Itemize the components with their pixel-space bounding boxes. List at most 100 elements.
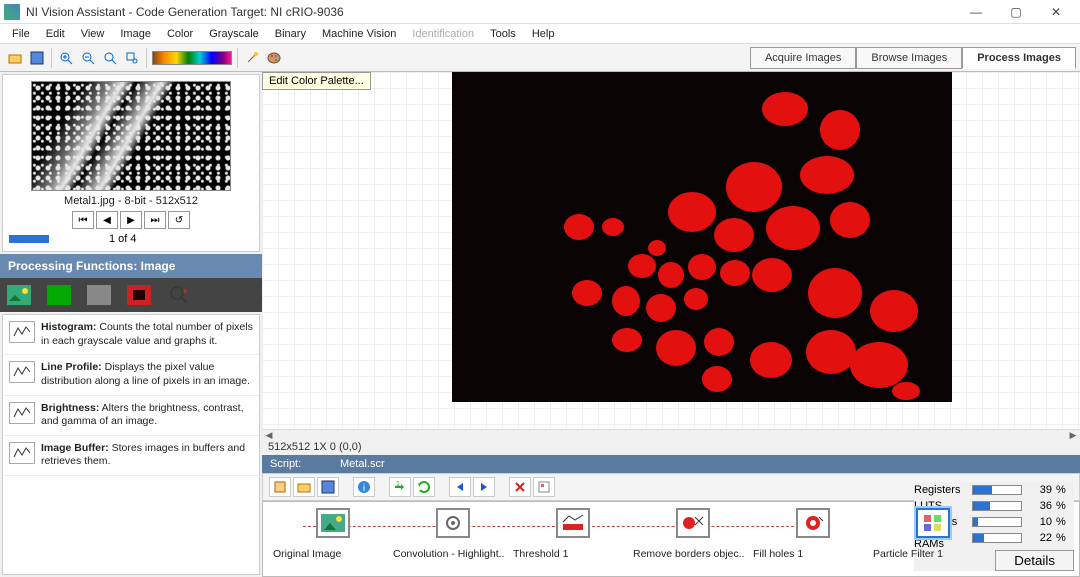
pipeline-step-label: Remove borders objec.. (633, 548, 753, 560)
function-item[interactable]: Brightness: Alters the brightness, contr… (3, 396, 259, 436)
thumbnail-image[interactable] (31, 81, 231, 191)
pipeline-step[interactable]: Threshold 1 (513, 508, 633, 560)
category-machine-vision-icon[interactable] (166, 284, 192, 306)
wand-icon[interactable] (242, 48, 262, 68)
menu-help[interactable]: Help (524, 26, 563, 42)
function-list[interactable]: Histogram: Counts the total number of pi… (2, 314, 260, 575)
menu-file[interactable]: File (4, 26, 38, 42)
pipeline-step[interactable]: Original Image (273, 508, 393, 560)
maximize-button[interactable]: ▢ (996, 0, 1036, 24)
function-icon (9, 402, 35, 424)
palette-icon[interactable] (264, 48, 284, 68)
category-binary-icon[interactable] (126, 284, 152, 306)
menu-bar: FileEditViewImageColorGrayscaleBinaryMac… (0, 24, 1080, 44)
details-button[interactable]: Details (995, 550, 1074, 571)
stat-value: 36 (1026, 500, 1052, 512)
image-icon (316, 508, 350, 538)
menu-binary[interactable]: Binary (267, 26, 314, 42)
menu-grayscale[interactable]: Grayscale (201, 26, 267, 42)
tab-browse[interactable]: Browse Images (856, 47, 962, 69)
pipeline-step[interactable]: Particle Filter 1 (873, 508, 993, 560)
function-description: Histogram: Counts the total number of pi… (41, 321, 253, 348)
script-edit-icon[interactable] (533, 477, 555, 497)
nav-first-button[interactable]: ⏮ (72, 211, 94, 229)
script-bar: Script: Metal.scr (262, 455, 1080, 473)
function-icon (9, 361, 35, 383)
stat-unit: % (1056, 484, 1066, 496)
menu-view[interactable]: View (73, 26, 113, 42)
zoom-region-icon[interactable] (122, 48, 142, 68)
category-color-icon[interactable] (46, 284, 72, 306)
particle-filter-icon (916, 508, 950, 538)
category-image-icon[interactable] (6, 284, 32, 306)
script-save-icon[interactable] (317, 477, 339, 497)
function-item[interactable]: Image Buffer: Stores images in buffers a… (3, 436, 259, 476)
stat-value: 39 (1026, 484, 1052, 496)
minimize-button[interactable]: — (956, 0, 996, 24)
nav-reload-button[interactable]: ↺ (168, 211, 190, 229)
script-name: Metal.scr (340, 458, 385, 470)
category-grayscale-icon[interactable] (86, 284, 112, 306)
script-info-icon[interactable]: i (353, 477, 375, 497)
save-icon[interactable] (27, 48, 47, 68)
stat-unit: % (1056, 516, 1066, 528)
script-label: Script: (270, 458, 340, 470)
zoom-out-icon[interactable] (78, 48, 98, 68)
script-run-step-icon[interactable]: 1 (389, 477, 411, 497)
script-run-loop-icon[interactable] (413, 477, 435, 497)
pipeline-step-label: Fill holes 1 (753, 548, 873, 560)
pipeline-step[interactable]: Fill holes 1 (753, 508, 873, 560)
function-item[interactable]: Line Profile: Displays the pixel value d… (3, 355, 259, 395)
stat-unit: % (1056, 532, 1066, 544)
pipeline-step-label: Particle Filter 1 (873, 548, 993, 560)
h-scrollbar[interactable]: ◀▶ (262, 429, 1080, 439)
pipeline-step-label: Threshold 1 (513, 548, 633, 560)
stat-unit: % (1056, 500, 1066, 512)
menu-color[interactable]: Color (159, 26, 201, 42)
script-new-icon[interactable] (269, 477, 291, 497)
svg-text:i: i (363, 483, 365, 494)
menu-edit[interactable]: Edit (38, 26, 73, 42)
menu-identification: Identification (404, 26, 482, 42)
open-icon[interactable] (5, 48, 25, 68)
right-panel: Edit Color Palette... (262, 72, 1080, 577)
script-next-icon[interactable] (473, 477, 495, 497)
function-description: Image Buffer: Stores images in buffers a… (41, 442, 253, 469)
zoom-in-icon[interactable] (56, 48, 76, 68)
script-open-icon[interactable] (293, 477, 315, 497)
stat-value: 10 (1026, 516, 1052, 528)
tab-process[interactable]: Process Images (962, 47, 1076, 69)
image-canvas[interactable] (262, 72, 1080, 429)
window-title: NI Vision Assistant - Code Generation Ta… (26, 5, 956, 19)
menu-tools[interactable]: Tools (482, 26, 524, 42)
pipeline-step[interactable]: Remove borders objec.. (633, 508, 753, 560)
tab-acquire[interactable]: Acquire Images (750, 47, 856, 69)
pipeline-step-label: Convolution - Highlight.. (393, 548, 513, 560)
menu-machine-vision[interactable]: Machine Vision (314, 26, 404, 42)
script-prev-icon[interactable] (449, 477, 471, 497)
menu-image[interactable]: Image (112, 26, 159, 42)
nav-prev-button[interactable]: ◀ (96, 211, 118, 229)
threshold-icon (556, 508, 590, 538)
zoom-fit-icon[interactable] (100, 48, 120, 68)
pipeline-step[interactable]: Convolution - Highlight.. (393, 508, 513, 560)
stat-value: 22 (1026, 532, 1052, 544)
nav-last-button[interactable]: ⏭ (144, 211, 166, 229)
script-delete-icon[interactable] (509, 477, 531, 497)
page-counter: 1 of 4 (109, 233, 137, 245)
convolution-icon (436, 508, 470, 538)
processed-image (452, 72, 952, 402)
thumbnail-progress (9, 235, 49, 243)
thumbnail-panel: Metal1.jpg - 8-bit - 512x512 ⏮ ◀ ▶ ⏭ ↺ 1… (2, 74, 260, 252)
title-bar: NI Vision Assistant - Code Generation Ta… (0, 0, 1080, 24)
pipeline-step-label: Original Image (273, 548, 393, 560)
nav-next-button[interactable]: ▶ (120, 211, 142, 229)
close-button[interactable]: ✕ (1036, 0, 1076, 24)
color-palette[interactable] (152, 51, 232, 65)
function-description: Brightness: Alters the brightness, contr… (41, 402, 253, 429)
stat-bar (972, 485, 1022, 495)
app-icon (4, 4, 20, 20)
main-toolbar: Acquire Images Browse Images Process Ima… (0, 44, 1080, 72)
remove-border-icon (676, 508, 710, 538)
function-item[interactable]: Histogram: Counts the total number of pi… (3, 315, 259, 355)
